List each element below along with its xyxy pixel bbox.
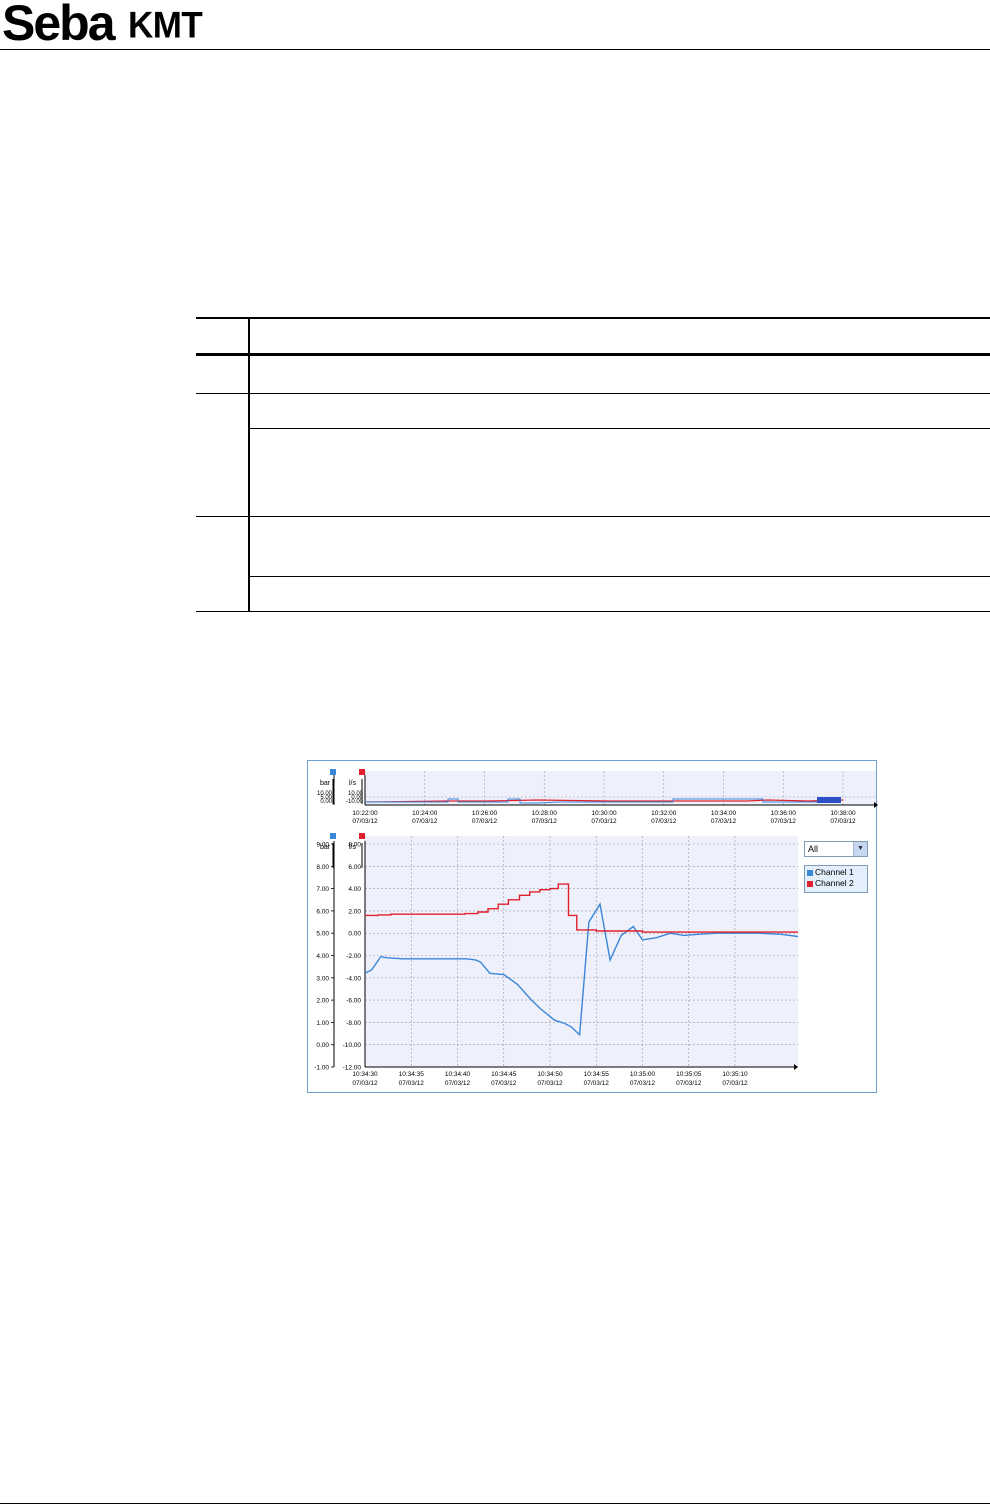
overview-x-tick-label: 10:32:00 xyxy=(651,810,677,817)
table-header-rule xyxy=(196,353,990,356)
detail-x-tick-date: 07/03/12 xyxy=(445,1080,471,1087)
detail-left-tick: 0.00 xyxy=(316,1042,329,1049)
detail-left-tick: 4.00 xyxy=(316,953,329,960)
overview-right-unit-label: l/s xyxy=(349,780,357,787)
overview-plot-area xyxy=(365,771,876,805)
table-top-rule xyxy=(196,317,990,319)
overview-x-tick-date: 07/03/12 xyxy=(472,818,498,825)
detail-right-tick: 6.00 xyxy=(348,864,361,871)
detail-x-tick-label: 10:34:55 xyxy=(584,1071,610,1078)
overview-x-tick-date: 07/03/12 xyxy=(771,818,797,825)
detail-right-swatch-icon xyxy=(359,833,365,839)
overview-x-tick-label: 10:22:00 xyxy=(352,810,378,817)
detail-left-tick: 6.00 xyxy=(316,908,329,915)
overview-x-tick-date: 07/03/12 xyxy=(830,818,856,825)
detail-right-tick: 4.00 xyxy=(348,886,361,893)
overview-x-tick-label: 10:26:00 xyxy=(472,810,498,817)
overview-x-tick-label: 10:38:00 xyxy=(830,810,856,817)
detail-right-unit-label: l/s xyxy=(349,844,357,851)
detail-x-tick-date: 07/03/12 xyxy=(352,1080,378,1087)
logo-text-seba: Seba xyxy=(2,0,116,51)
detail-right-tick: 0.00 xyxy=(348,931,361,938)
channel-select[interactable]: All ▼ xyxy=(804,841,868,857)
detail-left-tick: 8.00 xyxy=(316,864,329,871)
detail-x-tick-date: 07/03/12 xyxy=(676,1080,702,1087)
detail-x-tick-label: 10:34:45 xyxy=(491,1071,517,1078)
overview-x-tick-label: 10:30:00 xyxy=(591,810,617,817)
detail-right-tick: 2.00 xyxy=(348,908,361,915)
detail-x-tick-label: 10:34:30 xyxy=(352,1071,378,1078)
detail-left-tick: 5.00 xyxy=(316,931,329,938)
overview-x-tick-date: 07/03/12 xyxy=(591,818,617,825)
table-vertical-rule xyxy=(248,317,250,612)
overview-left-unit-label: bar xyxy=(320,780,331,787)
detail-right-tick: -6.00 xyxy=(346,998,361,1005)
overview-x-tick-label: 10:34:00 xyxy=(711,810,737,817)
chevron-down-icon[interactable]: ▼ xyxy=(853,842,867,856)
overview-selection-range xyxy=(817,797,841,803)
legend-swatch-icon xyxy=(807,869,813,876)
table-bottom-rule xyxy=(196,611,990,612)
overview-x-tick-date: 07/03/12 xyxy=(651,818,677,825)
detail-right-tick: -2.00 xyxy=(346,953,361,960)
overview-left-tick: 0.00 xyxy=(320,799,332,805)
legend-label: Channel 1 xyxy=(815,867,854,877)
detail-left-tick: 3.00 xyxy=(316,975,329,982)
overview-right-tick: -10.00 xyxy=(346,799,364,805)
overview-right-swatch-icon xyxy=(359,769,365,775)
table-row-rule xyxy=(250,576,990,577)
detail-right-tick: -4.00 xyxy=(346,975,361,982)
overview-x-tick-date: 07/03/12 xyxy=(352,818,378,825)
detail-left-tick: 1.00 xyxy=(316,1020,329,1027)
legend-item-channel-1[interactable]: Channel 1 xyxy=(807,867,865,878)
detail-x-tick-label: 10:34:35 xyxy=(399,1071,425,1078)
detail-left-tick: 2.00 xyxy=(316,998,329,1005)
overview-x-tick-date: 07/03/12 xyxy=(532,818,558,825)
detail-right-tick: -8.00 xyxy=(346,1020,361,1027)
channel-select-value: All xyxy=(808,844,819,854)
chart-legend: Channel 1 Channel 2 xyxy=(804,865,868,893)
detail-x-tick-date: 07/03/12 xyxy=(630,1080,656,1087)
overview-x-tick-label: 10:28:00 xyxy=(532,810,558,817)
detail-x-tick-label: 10:35:10 xyxy=(722,1071,748,1078)
legend-swatch-icon xyxy=(807,880,813,887)
empty-table xyxy=(196,317,990,612)
detail-left-swatch-icon xyxy=(330,833,336,839)
detail-x-tick-date: 07/03/12 xyxy=(399,1080,425,1087)
overview-x-tick-date: 07/03/12 xyxy=(711,818,737,825)
detail-x-tick-label: 10:35:00 xyxy=(630,1071,656,1078)
detail-plot-area xyxy=(365,836,798,1067)
overview-x-tick-label: 10:36:00 xyxy=(771,810,797,817)
detail-x-tick-date: 07/03/12 xyxy=(722,1080,748,1087)
footer-rule xyxy=(0,1503,990,1504)
detail-x-tick-label: 10:34:50 xyxy=(537,1071,563,1078)
header-rule xyxy=(0,49,990,50)
overview-x-tick-label: 10:24:00 xyxy=(412,810,438,817)
table-row-rule xyxy=(196,516,990,517)
detail-x-tick-label: 10:34:40 xyxy=(445,1071,471,1078)
detail-x-tick-label: 10:35:05 xyxy=(676,1071,702,1078)
detail-x-tick-date: 07/03/12 xyxy=(584,1080,610,1087)
logo-text-kmt: KMT xyxy=(128,5,203,46)
detail-right-tick: -10.00 xyxy=(343,1042,362,1049)
detail-x-tick-date: 07/03/12 xyxy=(491,1080,517,1087)
overview-x-tick-date: 07/03/12 xyxy=(412,818,438,825)
detail-left-tick: 7.00 xyxy=(316,886,329,893)
table-row-rule xyxy=(196,393,990,394)
detail-left-unit-label: bar xyxy=(320,844,331,851)
legend-label: Channel 2 xyxy=(815,878,854,888)
overview-left-swatch-icon xyxy=(330,769,336,775)
detail-x-tick-date: 07/03/12 xyxy=(537,1080,563,1087)
detail-left-tick: -1.00 xyxy=(314,1065,329,1072)
legend-item-channel-2[interactable]: Channel 2 xyxy=(807,878,865,889)
chart-canvas: 10:22:0007/03/1210:24:0007/03/1210:26:00… xyxy=(314,769,878,1087)
measurement-chart-screenshot: 10:22:00 07/03/12 10:24:00 07/03/12 10:26:00… xyxy=(307,760,878,1093)
table-row-rule xyxy=(250,428,990,429)
